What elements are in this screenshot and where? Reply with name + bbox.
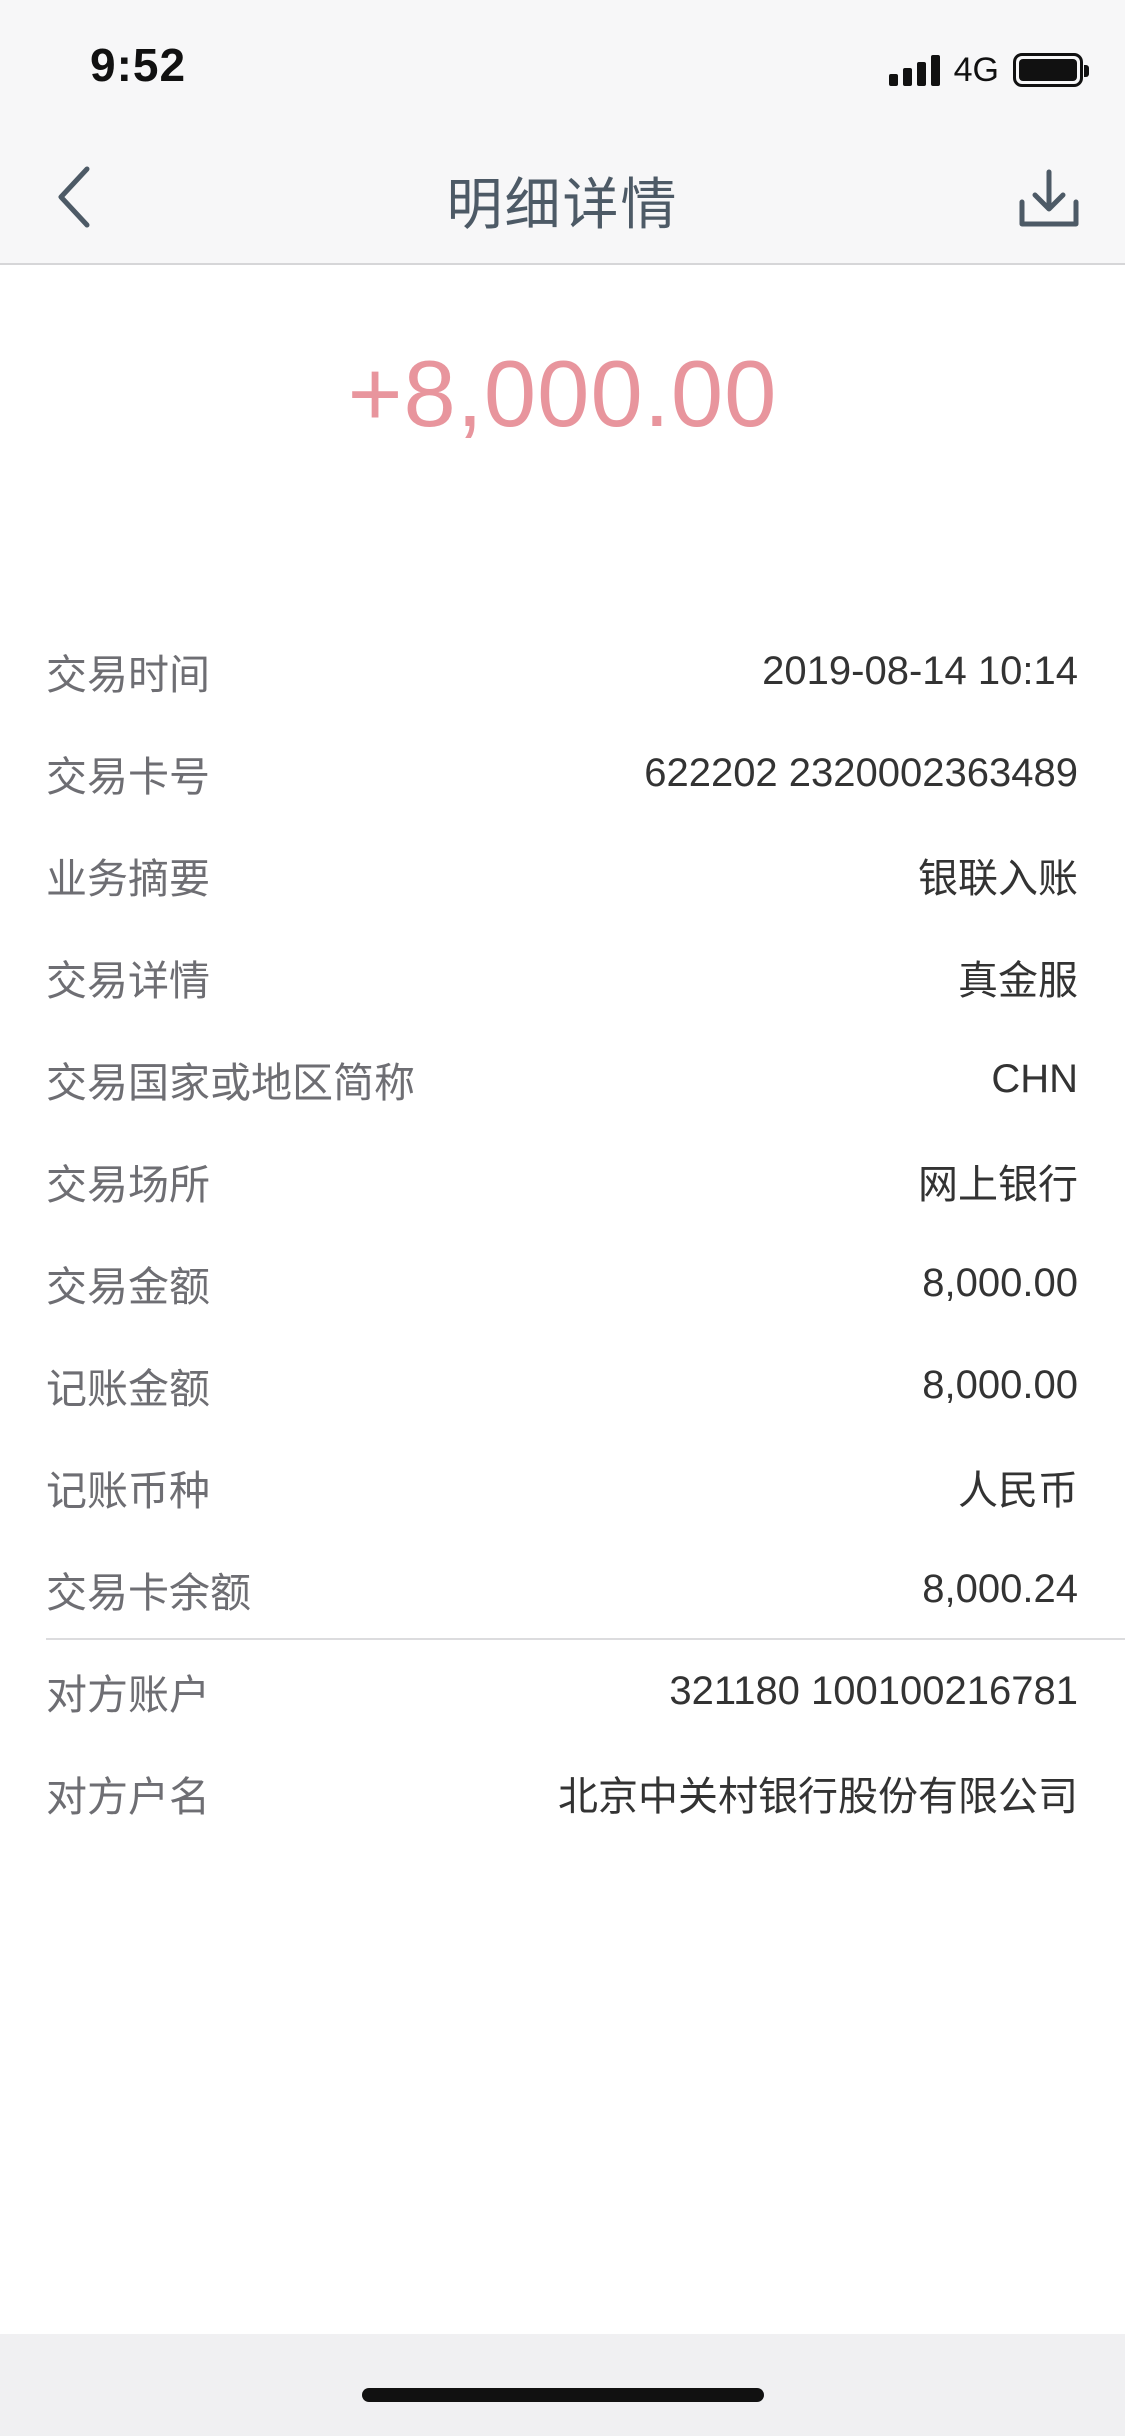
row-label: 交易详情 <box>46 957 210 1005</box>
row-label: 交易卡余额 <box>46 1569 251 1617</box>
detail-row-posted-amount: 记账金额 8,000.00 <box>0 1334 1125 1436</box>
row-label: 交易金额 <box>46 1263 210 1311</box>
row-value: 8,000.00 <box>922 1362 1078 1407</box>
status-time: 9:52 <box>90 39 187 91</box>
status-bar: 9:52 4G <box>0 0 1125 132</box>
row-label: 交易时间 <box>46 651 210 699</box>
row-label: 业务摘要 <box>46 855 210 903</box>
nav-bar: 明细详情 <box>0 132 1125 265</box>
row-label: 交易国家或地区简称 <box>46 1059 415 1107</box>
home-indicator[interactable] <box>362 2388 764 2402</box>
detail-row-card-balance: 交易卡余额 8,000.24 <box>0 1538 1125 1640</box>
detail-row-card-number: 交易卡号 622202 2320002363489 <box>0 722 1125 824</box>
row-value: 人民币 <box>958 1469 1078 1513</box>
row-value: 网上银行 <box>918 1163 1078 1207</box>
row-value: 622202 2320002363489 <box>644 750 1078 795</box>
signal-icon <box>888 54 940 86</box>
row-value: 2019-08-14 10:14 <box>762 648 1078 693</box>
detail-row-counterparty-account: 对方账户 321180 100100216781 <box>0 1640 1125 1742</box>
network-label: 4G <box>953 50 999 89</box>
row-value: 321180 100100216781 <box>669 1668 1078 1713</box>
screen: 9:52 4G 明细详情 +8,000.00 交易时间 2019-08-14 1… <box>0 0 1125 2436</box>
battery-icon <box>1013 53 1089 87</box>
row-value: CHN <box>991 1056 1078 1101</box>
detail-row-counterparty-name: 对方户名 北京中关村银行股份有限公司 <box>0 1742 1125 1844</box>
row-value: 真金服 <box>958 959 1078 1003</box>
row-value: 北京中关村银行股份有限公司 <box>558 1775 1078 1819</box>
row-label: 交易场所 <box>46 1161 210 1209</box>
download-button[interactable] <box>1009 162 1089 236</box>
detail-row-business-summary: 业务摘要 银联入账 <box>0 824 1125 926</box>
row-value: 8,000.00 <box>922 1260 1078 1305</box>
row-label: 对方账户 <box>46 1671 210 1719</box>
detail-list: 交易时间 2019-08-14 10:14 交易卡号 622202 232000… <box>0 620 1125 1844</box>
status-indicators: 4G <box>888 50 1089 90</box>
detail-row-transaction-time: 交易时间 2019-08-14 10:14 <box>0 620 1125 722</box>
row-value: 银联入账 <box>918 857 1078 901</box>
row-label: 记账币种 <box>46 1467 210 1515</box>
row-label: 交易卡号 <box>46 753 210 801</box>
row-value: 8,000.24 <box>922 1566 1078 1611</box>
detail-row-posted-currency: 记账币种 人民币 <box>0 1436 1125 1538</box>
detail-row-country-code: 交易国家或地区简称 CHN <box>0 1028 1125 1130</box>
home-indicator-area <box>0 2334 1125 2436</box>
transaction-amount: +8,000.00 <box>347 341 778 446</box>
detail-row-transaction-venue: 交易场所 网上银行 <box>0 1130 1125 1232</box>
row-label: 对方户名 <box>46 1773 210 1821</box>
page-title: 明细详情 <box>446 173 679 238</box>
download-icon <box>1019 169 1079 227</box>
detail-row-transaction-details: 交易详情 真金服 <box>0 926 1125 1028</box>
detail-row-transaction-amount: 交易金额 8,000.00 <box>0 1232 1125 1334</box>
row-label: 记账金额 <box>46 1365 210 1413</box>
